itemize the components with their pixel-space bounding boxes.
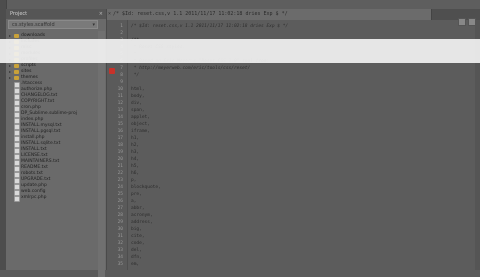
- highlight-overlay: [0, 39, 480, 63]
- code-line: big,: [131, 227, 142, 232]
- code-line: p,: [131, 178, 137, 183]
- code-line: cite,: [131, 234, 145, 239]
- line-number: 10: [117, 87, 123, 92]
- line-number: 23: [117, 178, 123, 183]
- code-line: span,: [131, 108, 145, 113]
- code-line: acronym,: [131, 213, 153, 218]
- code-line: code,: [131, 241, 145, 246]
- code-line: /* $Id: reset.css,v 1.1 2011/11/17 11:02…: [131, 24, 289, 29]
- code-line: body,: [131, 94, 145, 99]
- code-line: dfn,: [131, 255, 142, 260]
- file-icon: [14, 196, 20, 202]
- line-number: 8: [120, 73, 123, 78]
- folder-icon: [14, 64, 19, 68]
- line-number: 20: [117, 157, 123, 162]
- line-number: 15: [117, 122, 123, 127]
- line-number: 26: [117, 199, 123, 204]
- code-line: h1,: [131, 136, 140, 141]
- line-number: 31: [117, 234, 123, 239]
- code-line: abbr,: [131, 206, 145, 211]
- line-number: 24: [117, 185, 123, 190]
- tree-file[interactable]: xmlrpc.php: [6, 195, 96, 202]
- code-line: a,: [131, 199, 137, 204]
- line-number: 12: [117, 101, 123, 106]
- tab-reset-css[interactable]: × /* $Id: reset.css,v 1.1 2011/11/17 11:…: [107, 9, 432, 20]
- panel-close-icon[interactable]: ×: [99, 9, 103, 19]
- code-line: html,: [131, 87, 145, 92]
- panel-scrollbar[interactable]: [98, 31, 105, 277]
- line-number: 13: [117, 108, 123, 113]
- code-line: div,: [131, 101, 142, 106]
- line-number: 21: [117, 164, 123, 169]
- code-line: h2,: [131, 143, 140, 148]
- code-line: del,: [131, 248, 142, 253]
- line-number: 16: [117, 129, 123, 134]
- line-number: 18: [117, 143, 123, 148]
- tree-item-label: xmlrpc.php: [21, 195, 47, 200]
- folder-icon: [14, 76, 19, 80]
- panel-title-bar: Project ×: [6, 9, 106, 19]
- line-number: 7: [120, 66, 123, 71]
- line-number: 17: [117, 136, 123, 141]
- folder-icon: [14, 34, 19, 38]
- code-line: * http://meyerweb.com/eric/tools/css/res…: [131, 66, 251, 71]
- line-number: 27: [117, 206, 123, 211]
- code-line: em,: [131, 262, 140, 267]
- line-number: 30: [117, 227, 123, 232]
- code-line: blockquote,: [131, 185, 161, 190]
- code-line: h3,: [131, 150, 140, 155]
- line-number: 33: [117, 248, 123, 253]
- path-value: cs.styles.scaffold: [12, 22, 55, 28]
- panel-title: Project: [10, 11, 28, 17]
- code-line: iframe,: [131, 129, 150, 134]
- line-number: 1: [120, 24, 123, 29]
- line-number: 11: [117, 94, 123, 99]
- tab-controls: [456, 11, 476, 30]
- tab-bar: × /* $Id: reset.css,v 1.1 2011/11/17 11:…: [107, 9, 480, 26]
- split-view-icon[interactable]: [458, 18, 466, 26]
- line-number: 25: [117, 192, 123, 197]
- code-line: */: [131, 73, 140, 78]
- line-number: 2: [120, 31, 123, 36]
- chevron-down-icon[interactable]: ▾: [92, 21, 95, 30]
- tab-label: /* $Id: reset.css,v 1.1 2011/11/17 11:02…: [113, 11, 288, 17]
- code-line: pre,: [131, 192, 142, 197]
- tab-close-icon[interactable]: ×: [108, 9, 111, 20]
- code-line: applet,: [131, 115, 150, 120]
- code-line: h6,: [131, 171, 140, 176]
- line-number: 32: [117, 241, 123, 246]
- line-number: 22: [117, 171, 123, 176]
- line-number: 34: [117, 255, 123, 260]
- code-line: address,: [131, 220, 153, 225]
- folder-icon: [14, 70, 19, 74]
- line-number: 14: [117, 115, 123, 120]
- line-number: 29: [117, 220, 123, 225]
- path-selector[interactable]: cs.styles.scaffold ▾: [8, 20, 98, 29]
- editor-window: Project × cs.styles.scaffold ▾ ▸ download…: [0, 0, 480, 277]
- line-number: 9: [120, 80, 123, 85]
- line-number: 35: [117, 262, 123, 267]
- code-line: h5,: [131, 164, 140, 169]
- line-number: 19: [117, 150, 123, 155]
- line-number: 28: [117, 213, 123, 218]
- code-line: object,: [131, 122, 150, 127]
- code-line: h4,: [131, 157, 140, 162]
